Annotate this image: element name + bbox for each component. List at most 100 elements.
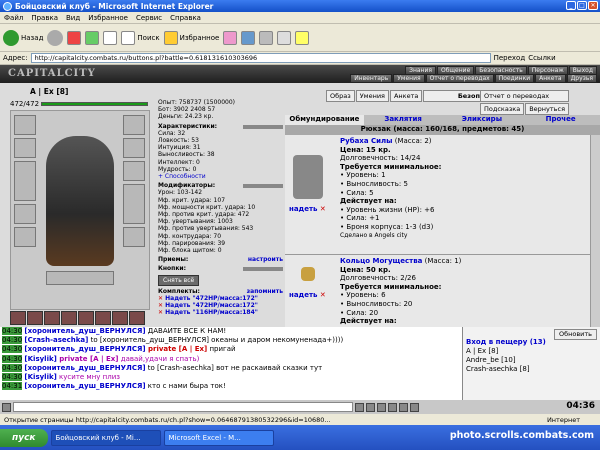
set-link[interactable]: Надеть "472HP/масса:172" — [158, 302, 283, 309]
slot-rings[interactable] — [123, 138, 145, 158]
set-link[interactable]: Надеть "116HP/масса:184" — [158, 309, 283, 316]
remember-link[interactable]: запомнить — [247, 288, 283, 295]
remove-all-button[interactable]: Снять всё — [158, 274, 200, 286]
history-icon[interactable] — [223, 30, 238, 45]
send-icon[interactable] — [355, 402, 364, 412]
transfers-report-button[interactable]: Отчет о переводах — [480, 90, 570, 102]
subnav-friends[interactable]: Друзья — [566, 74, 597, 83]
slot-helmet[interactable] — [14, 115, 36, 135]
profile-button[interactable]: Анкета — [389, 90, 423, 102]
minimize-button[interactable]: _ — [566, 1, 576, 10]
online-user[interactable]: Crash-asechka [8] — [466, 365, 600, 374]
tab-elixirs[interactable]: Эликсиры — [443, 115, 522, 125]
favorites-button[interactable]: Избранное — [163, 30, 219, 45]
menu-help[interactable]: Справка — [170, 14, 201, 22]
item-list-scrollbar[interactable] — [590, 135, 600, 335]
quick-slot[interactable] — [61, 311, 77, 325]
links-label[interactable]: Ссылки — [528, 54, 556, 62]
delete-icon[interactable]: ✕ — [320, 205, 326, 213]
clear-icon[interactable] — [366, 402, 375, 412]
tab-spells[interactable]: Заклятия — [364, 115, 443, 125]
wear-link[interactable]: надеть ✕ — [289, 291, 326, 299]
slot-earrings[interactable] — [14, 138, 36, 158]
abilities-link[interactable]: + Способности — [158, 173, 283, 180]
subnav-inventory[interactable]: Инвентарь — [350, 74, 393, 83]
chat-options-icon[interactable] — [2, 402, 11, 412]
messenger-icon[interactable] — [295, 30, 310, 45]
set-link[interactable]: Надеть "472HP/масса:172" — [158, 295, 283, 302]
delete-icon[interactable]: ✕ — [320, 291, 326, 299]
character-avatar[interactable] — [46, 136, 114, 266]
back-button[interactable]: Назад — [3, 29, 43, 46]
taskbar-ie[interactable]: Бойцовский клуб - Mi... — [50, 429, 161, 446]
quick-slot[interactable] — [10, 311, 26, 325]
online-user[interactable]: Andre_be [10] — [466, 356, 600, 365]
search-button[interactable]: Поиск — [121, 30, 160, 45]
return-button[interactable]: Вернуться — [525, 103, 570, 115]
slot-boots[interactable] — [123, 227, 145, 247]
skills-button[interactable]: Умения — [355, 90, 389, 102]
quick-slot[interactable] — [112, 311, 128, 325]
address-input[interactable]: http://capitalcity.combats.ru/buttons.pl… — [30, 53, 491, 63]
inventory-tabs: Обмундирование Заклятия Эликсиры Прочее — [285, 115, 600, 125]
mod-dodge: Мф. увертывания: 1003 — [158, 218, 233, 226]
slot-belt[interactable] — [14, 227, 36, 247]
mod-antidodge: Мф. против увертывания: 543 — [158, 225, 254, 233]
menu-tools[interactable]: Сервис — [136, 14, 162, 22]
home-icon[interactable] — [103, 30, 118, 45]
configure-link[interactable]: настроить — [248, 256, 283, 263]
mod-crit: Мф. крит. удара: 107 — [158, 196, 226, 204]
mail-icon[interactable] — [241, 30, 256, 45]
mods-header[interactable]: Модификаторы: — [158, 182, 283, 189]
subnav-profile[interactable]: Анкета — [535, 74, 566, 83]
filter-icon[interactable] — [388, 402, 397, 412]
slot-pants[interactable] — [46, 271, 114, 285]
settings-icon[interactable] — [399, 402, 408, 412]
item-name[interactable]: Кольцо Могущества — [340, 257, 422, 265]
refresh-button[interactable]: Обновить — [553, 329, 597, 340]
hp-fill — [41, 102, 148, 106]
print-icon[interactable] — [259, 30, 274, 45]
menu-view[interactable]: Вид — [66, 14, 80, 22]
slot-weapon[interactable] — [14, 161, 36, 201]
start-button[interactable]: пуск — [0, 428, 48, 447]
menu-favorites[interactable]: Избранное — [88, 14, 128, 22]
subnav-transfers[interactable]: Отчет о переводах — [425, 74, 494, 83]
stats-header[interactable]: Характеристики: — [158, 123, 283, 130]
chat-input[interactable] — [13, 402, 353, 412]
character-doll — [10, 110, 150, 310]
stop-icon[interactable] — [67, 30, 82, 45]
quick-slot[interactable] — [44, 311, 60, 325]
slot-bracer[interactable] — [123, 161, 145, 181]
quick-slot[interactable] — [95, 311, 111, 325]
quick-slot[interactable] — [78, 311, 94, 325]
quick-slot[interactable] — [27, 311, 43, 325]
online-user[interactable]: A | Ex [8] — [466, 347, 600, 356]
smiley-icon[interactable] — [377, 402, 386, 412]
quick-slot[interactable] — [129, 311, 145, 325]
edit-icon[interactable] — [277, 30, 292, 45]
forward-button[interactable] — [47, 29, 64, 46]
refresh-icon[interactable] — [85, 30, 100, 45]
menu-edit[interactable]: Правка — [31, 14, 58, 22]
slot-armor[interactable] — [14, 204, 36, 224]
subnav-battles[interactable]: Поединки — [494, 74, 535, 83]
slot-gloves[interactable] — [123, 115, 145, 135]
close-button[interactable]: ✕ — [588, 1, 598, 10]
tab-other[interactable]: Прочее — [521, 115, 600, 125]
menu-file[interactable]: Файл — [4, 14, 23, 22]
map-icon[interactable] — [410, 402, 419, 412]
wear-link[interactable]: надеть ✕ — [289, 205, 326, 213]
maximize-button[interactable]: □ — [577, 1, 587, 10]
item-name[interactable]: Рубаха Силы — [340, 137, 392, 145]
taskbar-excel[interactable]: Microsoft Excel - M... — [163, 429, 274, 446]
right-buttons: Отчет о переводах Подсказка Вернуться — [480, 90, 570, 115]
sub-nav: Инвентарь Умения Отчет о переводах Поеди… — [350, 74, 597, 83]
go-button[interactable]: Переход — [494, 54, 526, 62]
subnav-skills[interactable]: Умения — [393, 74, 425, 83]
tab-equipment[interactable]: Обмундирование — [285, 115, 364, 125]
slot-shield[interactable] — [123, 184, 145, 224]
hint-button[interactable]: Подсказка — [480, 103, 525, 115]
hp-value: 472/472 — [10, 100, 40, 108]
image-button[interactable]: Образ — [326, 90, 355, 102]
